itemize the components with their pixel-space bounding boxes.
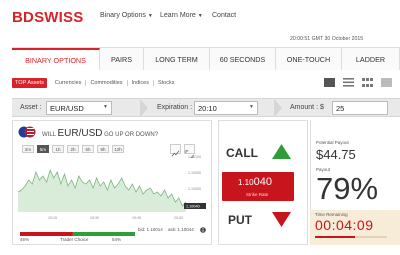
payout-value: 79%	[316, 171, 379, 206]
server-time: 20:00:51 GMT 30 October 2015	[290, 36, 364, 42]
list-view-icon[interactable]	[343, 78, 354, 87]
caret-down-icon: ▼	[147, 13, 153, 19]
trader-up-segment	[72, 232, 135, 236]
tab-ladder[interactable]: LADDER	[342, 48, 400, 70]
asset-select[interactable]: EUR/USD ▼	[46, 101, 112, 115]
eur-usd-flag-icon	[18, 126, 36, 138]
logo-swiss: SWISS	[34, 9, 84, 26]
tab-60-seconds[interactable]: 60 SECONDS	[210, 48, 276, 70]
nav-label: Contact	[212, 12, 237, 19]
time-remaining-value: 00:04:09	[315, 217, 374, 233]
amount-label: Amount : $	[290, 104, 324, 111]
y-tick-label: 1.10000	[188, 187, 201, 191]
x-tick-label: 19:30	[90, 216, 99, 220]
strike-big: 1.10	[238, 178, 254, 187]
filter-indices[interactable]: Indices	[128, 80, 154, 86]
expiration-label: Expiration :	[157, 104, 193, 111]
logo-bd: BD	[12, 9, 35, 26]
filter-stocks[interactable]: Stocks	[154, 80, 179, 86]
trader-choice-bar	[20, 232, 135, 236]
logo[interactable]: BDSWISS	[12, 9, 83, 26]
nav-binary-options[interactable]: Binary Options ▼	[100, 12, 153, 19]
trader-down-segment	[20, 232, 73, 236]
nav-label: Learn More	[160, 12, 196, 19]
current-price-label: 1.10040	[186, 205, 200, 209]
trade-controls: Asset : EUR/USD ▼ Expiration : 20:10 ▼ A…	[12, 98, 400, 117]
strike-label: Strike Rate	[246, 192, 269, 197]
will-label: WILL	[42, 132, 56, 138]
asset-label: Asset :	[20, 104, 42, 111]
arrow-down-icon[interactable]	[272, 212, 291, 227]
y-tick-label: 1.10050	[188, 171, 201, 175]
x-tick-label: 19:45	[132, 216, 141, 220]
full-view-icon[interactable]	[381, 78, 392, 87]
arrow-separator-icon	[140, 99, 148, 117]
potential-payout-label: Potential Payout	[316, 140, 349, 145]
x-tick-label: 19:15	[48, 216, 57, 220]
amount-input[interactable]: 25	[332, 101, 388, 115]
arrow-separator-icon	[274, 99, 282, 117]
potential-payout-value: $44.75	[316, 147, 356, 162]
trader-choice-label: Trader Choice	[60, 237, 89, 242]
info-icon[interactable]	[200, 227, 206, 233]
time-progress-fill	[315, 236, 355, 238]
caret-down-icon: ▼	[197, 13, 203, 19]
y-tick-label: 1.10100	[188, 155, 201, 159]
nav-learn-more[interactable]: Learn More ▼	[160, 12, 203, 19]
tab-long-term[interactable]: LONG TERM	[144, 48, 210, 70]
ask-price: ask: 1.10044	[168, 227, 194, 232]
question-label: GO UP OR DOWN?	[104, 132, 159, 138]
expiration-value: 20:10	[198, 104, 217, 113]
view-switcher	[324, 78, 392, 87]
x-tick-label: 20:00	[174, 216, 183, 220]
strike-value: 1.10040	[238, 176, 272, 188]
nav-contact[interactable]: Contact	[212, 12, 236, 19]
filter-commodities[interactable]: Commodities	[86, 80, 128, 86]
put-button[interactable]: PUT	[228, 213, 252, 227]
bid-price: bid: 1.10014	[138, 227, 163, 232]
call-button[interactable]: CALL	[226, 146, 258, 160]
asset-value: EUR/USD	[50, 104, 84, 113]
chart-pair: EUR/USD	[57, 128, 103, 139]
trader-up-pct: 54%	[112, 237, 122, 242]
amount-value: 25	[336, 104, 345, 113]
asset-filters: TOP Assets Currencies Commodities Indice…	[12, 77, 178, 89]
filter-currencies[interactable]: Currencies	[51, 80, 87, 86]
time-progress-track	[355, 236, 387, 238]
tab-pairs[interactable]: PAIRS	[100, 48, 144, 70]
chevron-down-icon: ▼	[249, 104, 254, 110]
grid-view-icon[interactable]	[362, 78, 373, 87]
expiration-select[interactable]: 20:10 ▼	[194, 101, 258, 115]
price-chart: 1.101001.100501.100001.0995019:1519:3019…	[18, 155, 206, 220]
trader-down-pct: 46%	[20, 237, 30, 242]
nav-label: Binary Options	[100, 12, 146, 19]
filter-top-assets[interactable]: TOP Assets	[12, 78, 47, 88]
strike-small: 040	[253, 176, 272, 188]
tab-one-touch[interactable]: ONE-TOUCH	[276, 48, 342, 70]
chevron-down-icon: ▼	[103, 104, 108, 110]
chart-question: WILL EUR/USD GO UP OR DOWN?	[42, 128, 158, 139]
site-header: BDSWISS Binary Options ▼ Learn More ▼ Cont…	[0, 0, 400, 32]
strike-rate-box: 1.10040 Strike Rate	[222, 172, 294, 201]
arrow-up-icon[interactable]	[272, 144, 291, 159]
product-tabs: BINARY OPTIONS PAIRS LONG TERM 60 SECOND…	[12, 47, 400, 70]
tab-binary-options[interactable]: BINARY OPTIONS	[12, 48, 100, 70]
single-view-icon[interactable]	[324, 78, 335, 87]
